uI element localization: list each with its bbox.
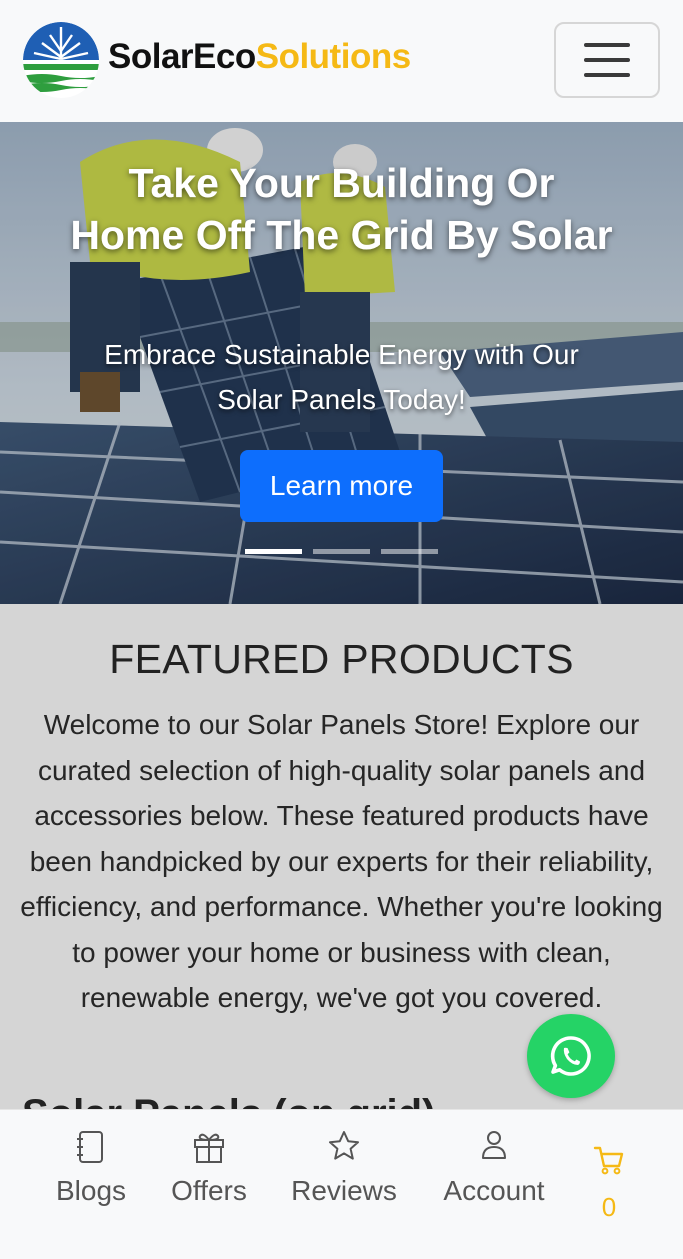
nav-item-cart[interactable]: 0 <box>586 1110 632 1259</box>
whatsapp-icon <box>550 1036 591 1076</box>
carousel-indicator-2[interactable] <box>313 549 370 554</box>
brand-name-part2: Solutions <box>255 37 411 76</box>
cart-count-badge: 0 <box>601 1192 617 1222</box>
nav-item-account[interactable]: Account <box>432 1110 556 1259</box>
nav-item-offers[interactable]: Offers <box>160 1110 258 1259</box>
nav-label-reviews: Reviews <box>291 1175 397 1206</box>
hero-title: Take Your Building Or Home Off The Grid … <box>70 160 613 258</box>
whatsapp-chat-button[interactable] <box>527 1014 615 1098</box>
hamburger-icon-bar <box>584 58 630 62</box>
hero-carousel[interactable]: Take Your Building Or Home Off The Grid … <box>0 122 683 604</box>
learn-more-button[interactable]: Learn more <box>240 450 443 522</box>
nav-label-offers: Offers <box>171 1175 247 1206</box>
nav-label-account: Account <box>443 1175 545 1206</box>
cart-icon <box>593 1146 624 1175</box>
hero-subtitle: Embrace Sustainable Energy with Our Sola… <box>104 339 579 415</box>
carousel-indicator-3[interactable] <box>381 549 438 554</box>
person-icon <box>482 1131 506 1159</box>
nav-item-reviews[interactable]: Reviews <box>282 1110 406 1259</box>
star-icon <box>329 1131 359 1160</box>
top-navbar: SolarEcoSolutions <box>0 0 683 122</box>
nav-label-blogs: Blogs <box>55 1175 127 1206</box>
featured-products-title: FEATURED PRODUCTS <box>109 636 574 682</box>
bottom-navigation: Blogs Offers Reviews Account 0 <box>0 1109 683 1259</box>
nav-item-blogs[interactable]: Blogs <box>45 1110 137 1259</box>
solar-panels-heading: Solar Panels (on grid) <box>22 1092 435 1109</box>
brand-name[interactable]: SolarEcoSolutions <box>108 36 411 78</box>
hamburger-menu-button[interactable] <box>554 22 660 98</box>
gift-icon <box>194 1133 224 1163</box>
brand-name-part1: SolarEco <box>108 37 256 76</box>
solar-leaf-logo[interactable] <box>22 21 100 99</box>
hamburger-icon-bar <box>584 73 630 77</box>
carousel-indicator-1[interactable] <box>245 549 302 554</box>
notebook-icon <box>77 1131 103 1163</box>
featured-products-description: Welcome to our Solar Panels Store! Explo… <box>20 709 663 1013</box>
hamburger-icon-bar <box>584 43 630 47</box>
